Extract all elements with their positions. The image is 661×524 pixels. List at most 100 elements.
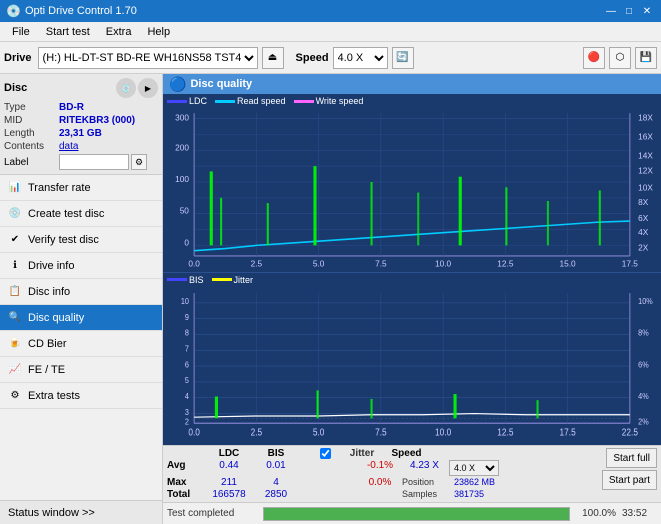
contents-value[interactable]: data — [59, 141, 78, 152]
nav-disc-quality[interactable]: 🔍 Disc quality — [0, 305, 162, 331]
disc-title: Disc — [4, 82, 27, 94]
svg-text:10X: 10X — [638, 182, 653, 192]
svg-text:8: 8 — [185, 328, 190, 338]
total-row: Total 166578 2850 Samples 381735 — [167, 489, 598, 500]
jitter-label: Jitter — [234, 275, 254, 285]
speed-header: Speed — [384, 448, 429, 459]
write-speed-legend-item: Write speed — [294, 96, 364, 106]
drive-select[interactable]: (H:) HL-DT-ST BD-RE WH16NS58 TST4 — [38, 47, 258, 69]
start-full-button[interactable]: Start full — [606, 448, 657, 468]
label-btn[interactable]: ⚙ — [131, 154, 147, 170]
svg-text:6X: 6X — [638, 213, 649, 223]
toolbar: Drive (H:) HL-DT-ST BD-RE WH16NS58 TST4 … — [0, 42, 661, 74]
ldc-legend: LDC Read speed Write speed — [163, 94, 661, 108]
maximize-button[interactable]: □ — [621, 3, 637, 19]
bis-legend: BIS Jitter — [163, 273, 661, 287]
action-buttons: Start full Start part — [602, 448, 657, 490]
disc-quality-title: Disc quality — [190, 78, 252, 90]
close-button[interactable]: ✕ — [639, 3, 655, 19]
nav-cd-bier[interactable]: 🍺 CD Bier — [0, 331, 162, 357]
status-window-button[interactable]: Status window >> — [0, 500, 162, 524]
menu-start-test[interactable]: Start test — [38, 24, 98, 40]
svg-text:7: 7 — [185, 344, 189, 354]
svg-text:2: 2 — [185, 417, 189, 427]
svg-text:5: 5 — [185, 375, 190, 385]
svg-text:9: 9 — [185, 312, 190, 322]
max-bis: 4 — [256, 477, 296, 488]
ldc-chart-svg: 300 200 100 50 0 0.0 2.5 5.0 7.5 10.0 12… — [163, 108, 661, 272]
bis-legend-item: BIS — [167, 275, 204, 285]
disc-header: Disc 💿 ▶ — [4, 78, 158, 98]
avg-label: Avg — [167, 460, 202, 476]
btn1[interactable]: 🔴 — [583, 47, 605, 69]
svg-text:5.0: 5.0 — [313, 258, 325, 268]
samples-val: 381735 — [454, 489, 504, 500]
create-test-icon: 💿 — [8, 207, 22, 221]
stats-bar: LDC BIS Jitter Speed Avg 0.44 0.01 -0.1% — [163, 445, 661, 502]
disc-icon2[interactable]: ▶ — [138, 78, 158, 98]
ldc-legend-item: LDC — [167, 96, 207, 106]
max-label: Max — [167, 477, 202, 488]
nav-create-test-disc[interactable]: 💿 Create test disc — [0, 201, 162, 227]
eject-button[interactable]: ⏏ — [262, 47, 284, 69]
menu-extra[interactable]: Extra — [98, 24, 140, 40]
nav-disc-info[interactable]: 📋 Disc info — [0, 279, 162, 305]
refresh-button[interactable]: 🔄 — [392, 47, 414, 69]
svg-text:17.5: 17.5 — [560, 427, 576, 438]
nav-extra-tests[interactable]: ⚙ Extra tests — [0, 383, 162, 409]
avg-ldc: 0.44 — [204, 460, 254, 476]
minimize-button[interactable]: — — [603, 3, 619, 19]
read-speed-label: Read speed — [237, 96, 286, 106]
nav-verify-test-disc[interactable]: ✔ Verify test disc — [0, 227, 162, 253]
save-button[interactable]: 💾 — [635, 47, 657, 69]
disc-quality-icon: 🔍 — [8, 311, 22, 325]
label-input[interactable] — [59, 154, 129, 170]
svg-text:2X: 2X — [638, 243, 649, 253]
start-part-button[interactable]: Start part — [602, 470, 657, 490]
avg-speed: 4.23 X — [402, 460, 447, 476]
nav-items: 📊 Transfer rate 💿 Create test disc ✔ Ver… — [0, 175, 162, 500]
length-value: 23,31 GB — [59, 128, 102, 139]
jitter-checkbox[interactable] — [320, 448, 331, 459]
svg-text:12.5: 12.5 — [497, 427, 513, 438]
progress-bar-inner — [264, 508, 569, 520]
svg-text:6: 6 — [185, 360, 190, 370]
svg-text:0.0: 0.0 — [188, 427, 200, 438]
jitter-color — [212, 278, 232, 281]
disc-label-row: Label ⚙ — [4, 154, 158, 170]
svg-text:8X: 8X — [638, 197, 649, 207]
type-value: BD-R — [59, 102, 84, 113]
disc-length-row: Length 23,31 GB — [4, 128, 158, 139]
disc-panel: Disc 💿 ▶ Type BD-R MID RITEKBR3 (000) Le… — [0, 74, 162, 175]
nav-drive-info[interactable]: ℹ Drive info — [0, 253, 162, 279]
ldc-header: LDC — [204, 448, 254, 459]
read-speed-color — [215, 100, 235, 103]
svg-text:2.5: 2.5 — [251, 258, 263, 268]
svg-text:18X: 18X — [638, 113, 653, 123]
speed-select-stats[interactable]: 4.0 X — [449, 460, 499, 476]
menu-help[interactable]: Help — [139, 24, 178, 40]
menu-file[interactable]: File — [4, 24, 38, 40]
app-title: 💿 Opti Drive Control 1.70 — [6, 4, 137, 18]
svg-text:4X: 4X — [638, 227, 649, 237]
menu-bar: File Start test Extra Help — [0, 22, 661, 42]
disc-info-icon: 📋 — [8, 285, 22, 299]
speed-select[interactable]: 4.0 X — [333, 47, 388, 69]
nav-transfer-rate[interactable]: 📊 Transfer rate — [0, 175, 162, 201]
svg-text:16X: 16X — [638, 132, 653, 142]
svg-text:3: 3 — [185, 407, 190, 417]
total-ldc: 166578 — [204, 489, 254, 500]
write-speed-label: Write speed — [316, 96, 364, 106]
main-area: Disc 💿 ▶ Type BD-R MID RITEKBR3 (000) Le… — [0, 74, 661, 524]
total-bis: 2850 — [256, 489, 296, 500]
mid-value: RITEKBR3 (000) — [59, 115, 135, 126]
position-val: 23862 MB — [454, 477, 504, 488]
btn2[interactable]: ⬡ — [609, 47, 631, 69]
jitter-header: Jitter — [342, 448, 382, 459]
avg-bis: 0.01 — [256, 460, 296, 476]
speed-label: Speed — [296, 52, 329, 64]
nav-fe-te[interactable]: 📈 FE / TE — [0, 357, 162, 383]
stats-table: LDC BIS Jitter Speed Avg 0.44 0.01 -0.1% — [167, 448, 598, 500]
disc-mid-row: MID RITEKBR3 (000) — [4, 115, 158, 126]
svg-text:100: 100 — [175, 174, 189, 184]
